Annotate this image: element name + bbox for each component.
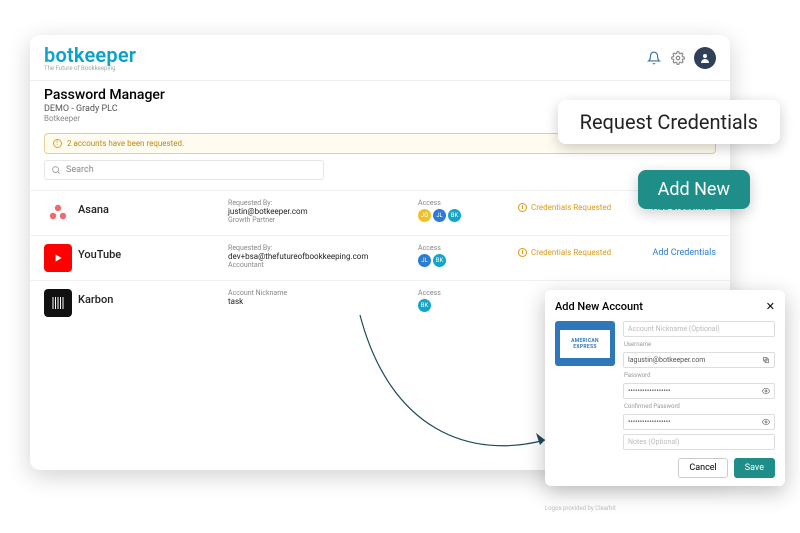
logo-credit: Logos provided by Clearbit: [545, 505, 616, 512]
access: Access BK: [418, 289, 518, 312]
account-name: Karbon: [78, 289, 228, 306]
table-row: YouTube Requested By: dev+bsa@thefutureo…: [30, 235, 730, 280]
account-name: YouTube: [78, 244, 228, 261]
account-meta: Account Nickname task: [228, 289, 418, 306]
request-credentials-button[interactable]: Request Credentials: [558, 100, 780, 144]
topbar: botkeeper The Future of Bookkeeping: [30, 35, 730, 81]
clock-icon: [518, 248, 527, 257]
username-field[interactable]: lagustin@botkeeper.com: [623, 352, 775, 368]
confirm-password-field[interactable]: ••••••••••••••••••: [623, 414, 775, 430]
asana-icon: [44, 199, 72, 227]
amex-logo: AMERICANEXPRESS: [555, 321, 615, 366]
eye-icon[interactable]: [762, 418, 770, 426]
alert-icon: [53, 139, 62, 148]
gear-icon[interactable]: [670, 50, 686, 66]
password-field[interactable]: ••••••••••••••••••: [623, 383, 775, 399]
table-row: Asana Requested By: justin@botkeeper.com…: [30, 190, 730, 235]
account-meta: Requested By: justin@botkeeper.com Growt…: [228, 199, 418, 224]
bell-icon[interactable]: [646, 50, 662, 66]
avatar[interactable]: [694, 47, 716, 69]
search-placeholder: Search: [66, 165, 94, 175]
account-name: Asana: [78, 199, 228, 216]
add-new-button[interactable]: Add New: [638, 170, 750, 209]
search-icon: [51, 165, 61, 175]
add-credentials-link[interactable]: Add Credentials: [638, 244, 716, 258]
youtube-icon: [44, 244, 72, 272]
karbon-icon: [44, 289, 72, 317]
brand-logo: botkeeper: [44, 43, 136, 67]
brand: botkeeper The Future of Bookkeeping: [44, 43, 136, 72]
access: Access JLBK: [418, 244, 518, 267]
cancel-button[interactable]: Cancel: [678, 458, 727, 478]
save-button[interactable]: Save: [734, 458, 775, 478]
modal-title: Add New Account: [555, 300, 643, 313]
account-meta: Requested By: dev+bsa@thefutureofbookkee…: [228, 244, 418, 269]
copy-icon[interactable]: [762, 356, 770, 364]
alert-text: 2 accounts have been requested.: [67, 139, 184, 148]
status: Credentials Requested: [518, 244, 638, 257]
add-account-modal: Add New Account ✕ AMERICANEXPRESS Accoun…: [545, 290, 785, 486]
topbar-actions: [646, 47, 716, 69]
nickname-field[interactable]: Account Nickname (Optional): [623, 321, 775, 337]
notes-field[interactable]: Notes (Optional): [623, 434, 775, 450]
close-icon[interactable]: ✕: [766, 300, 775, 313]
access: Access JGJLBK: [418, 199, 518, 222]
search-input[interactable]: Search: [44, 160, 324, 180]
eye-icon[interactable]: [762, 387, 770, 395]
clock-icon: [518, 203, 527, 212]
status: Credentials Requested: [518, 199, 638, 212]
